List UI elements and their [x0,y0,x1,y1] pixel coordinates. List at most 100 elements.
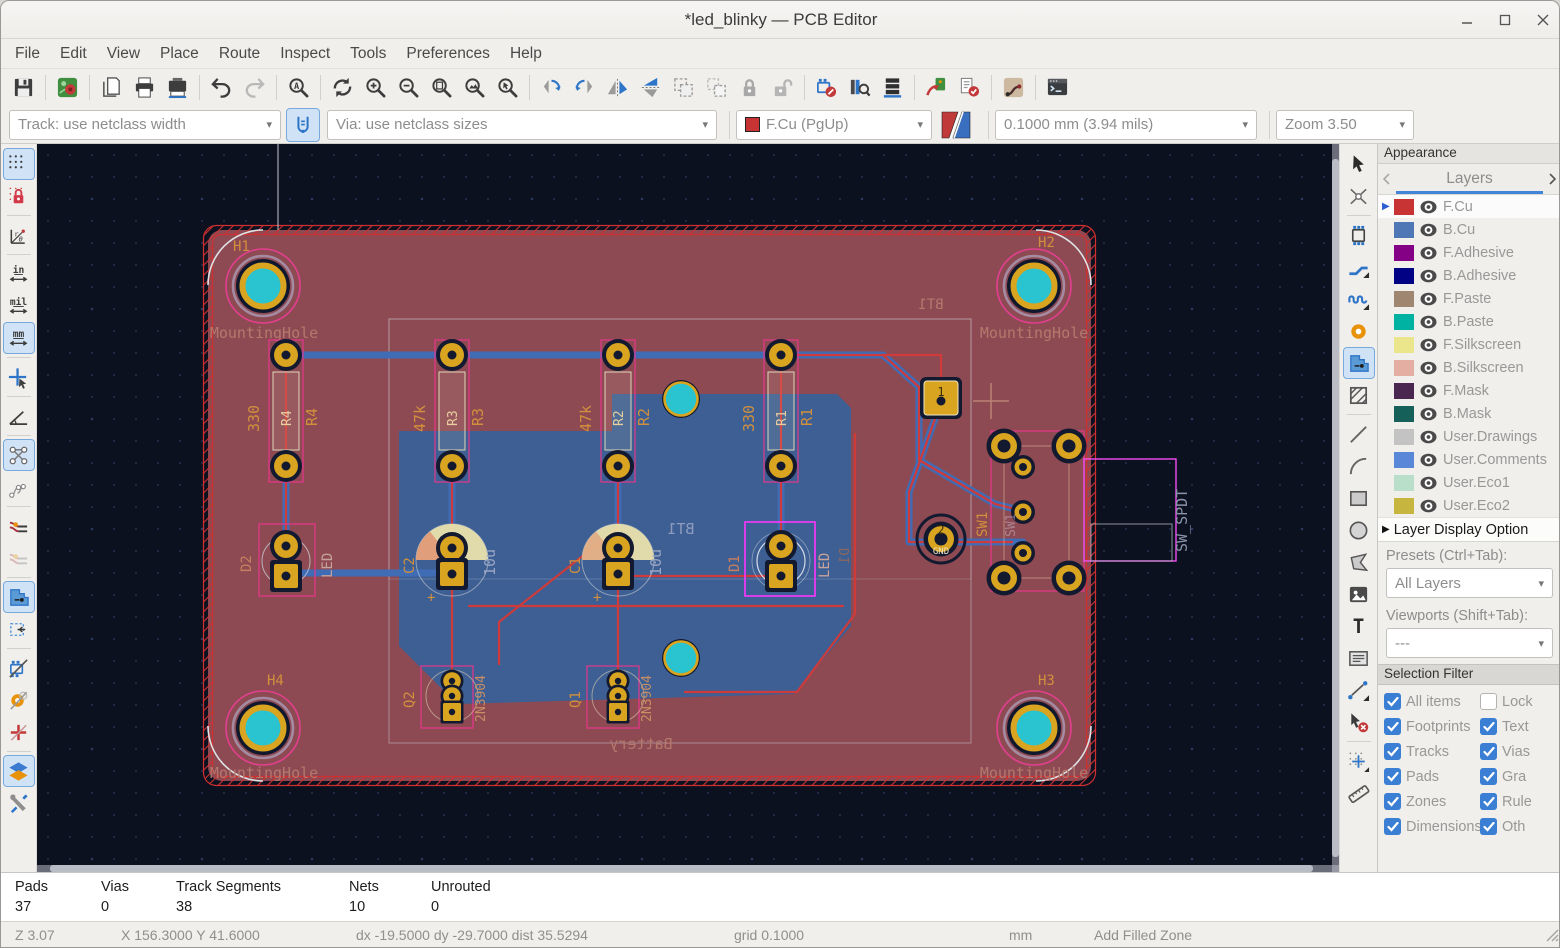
interactive-router-button[interactable] [998,73,1029,103]
polar-coordinates-button[interactable]: rθ [4,220,34,250]
draw-rectangle-button[interactable] [1344,483,1374,513]
layer-row-b-paste[interactable]: B.Paste [1378,310,1559,333]
through-hole[interactable] [660,378,702,420]
menu-place[interactable]: Place [150,42,209,66]
active-layer-select[interactable]: F.Cu (PgUp) ▾ [736,109,932,140]
add-text-button[interactable]: T [1344,611,1374,641]
layer-color-swatch[interactable] [1394,313,1414,330]
checkbox-checked-icon[interactable] [1384,793,1401,810]
board[interactable] [202,224,1118,787]
layer-color-swatch[interactable] [1394,198,1414,215]
visibility-eye-icon[interactable] [1420,223,1437,237]
update-pcb-from-schematic-button[interactable] [921,73,952,103]
design-rules-checker-button[interactable] [954,73,985,103]
tab-prev-icon[interactable] [1378,173,1394,185]
menu-help[interactable]: Help [500,42,552,66]
ungroup-button[interactable] [701,73,732,103]
layer-color-swatch[interactable] [1394,451,1414,468]
tab-next-icon[interactable] [1545,173,1559,185]
layer-color-swatch[interactable] [1394,336,1414,353]
zoom-out-button[interactable] [393,73,424,103]
filter-text[interactable]: Text [1480,714,1559,739]
zones-outline-button[interactable] [4,614,34,644]
menu-file[interactable]: File [5,42,50,66]
menu-tools[interactable]: Tools [340,42,396,66]
layer-row-f-mask[interactable]: F.Mask [1378,379,1559,402]
layer-color-swatch[interactable] [1394,497,1414,514]
titlebar[interactable]: *led_blinky — PCB Editor [1,1,1559,39]
filter-zones[interactable]: Zones [1384,789,1480,814]
layer-row-f-silkscreen[interactable]: F.Silkscreen [1378,333,1559,356]
grid-select[interactable]: 0.1000 mm (3.94 mils) ▾ [995,109,1257,140]
draw-circle-button[interactable] [1344,515,1374,545]
units-inches-button[interactable]: in [4,259,34,289]
layer-display-options[interactable]: ▶ Layer Display Option [1378,517,1559,542]
visibility-eye-icon[interactable] [1420,315,1437,329]
board-setup-button[interactable] [52,73,83,103]
zoom-fit-button[interactable] [426,73,457,103]
add-dimension-button[interactable] [1344,675,1374,705]
grid-origin-button[interactable] [1344,746,1374,776]
layer-pair-toggle[interactable] [938,109,974,141]
filter-oth[interactable]: Oth [1480,814,1559,839]
zoom-objects-button[interactable] [459,73,490,103]
canvas-vertical-scrollbar[interactable] [1332,144,1339,872]
hide-via-fill-button[interactable] [4,717,34,747]
visibility-eye-icon[interactable] [1420,384,1437,398]
unlock-button[interactable] [767,73,798,103]
group-button[interactable] [668,73,699,103]
units-mm-button[interactable]: mm [2,322,35,354]
tune-length-button[interactable] [1344,284,1374,314]
refresh-button[interactable] [327,73,358,103]
rotate-ccw-button[interactable] [536,73,567,103]
checkbox-checked-icon[interactable] [1480,768,1497,785]
presets-select[interactable]: All Layers ▾ [1386,568,1553,598]
checkbox-checked-icon[interactable] [1384,818,1401,835]
delete-tool-button[interactable] [1344,707,1374,737]
layer-color-swatch[interactable] [1394,382,1414,399]
checkbox-checked-icon[interactable] [1480,718,1497,735]
filter-pads[interactable]: Pads [1384,764,1480,789]
highlight-nets-button[interactable] [4,511,34,541]
route-tracks-button[interactable] [1344,252,1374,282]
locked-items-button[interactable] [4,181,34,211]
plot-button[interactable] [162,73,193,103]
layer-color-swatch[interactable] [1394,244,1414,261]
visibility-eye-icon[interactable] [1420,292,1437,306]
visibility-eye-icon[interactable] [1420,361,1437,375]
draw-line-button[interactable] [1344,419,1374,449]
flip-vertical-button[interactable] [635,73,666,103]
layer-row-b-adhesive[interactable]: B.Adhesive [1378,264,1559,287]
layer-row-user-eco2[interactable]: User.Eco2 [1378,494,1559,517]
filter-dimensions[interactable]: Dimensions [1384,814,1482,839]
layer-row-f-adhesive[interactable]: F.Adhesive [1378,241,1559,264]
visibility-eye-icon[interactable] [1420,499,1437,513]
checkbox-checked-icon[interactable] [1480,743,1497,760]
draw-polygon-button[interactable] [1344,547,1374,577]
dim-nets-button[interactable] [4,543,34,573]
free-angle-mode-button[interactable] [4,401,34,431]
checkbox-checked-icon[interactable] [1384,743,1401,760]
footprint-browser-button[interactable] [844,73,875,103]
filter-lock[interactable]: Lock [1480,689,1559,714]
layer-row-b-mask[interactable]: B.Mask [1378,402,1559,425]
visibility-eye-icon[interactable] [1420,476,1437,490]
tab-layers[interactable]: Layers [1394,164,1545,194]
add-filled-zone-button[interactable] [1342,347,1375,379]
layer-color-swatch[interactable] [1394,359,1414,376]
flip-horizontal-button[interactable] [602,73,633,103]
filter-footprints[interactable]: Footprints [1384,714,1480,739]
checkbox-checked-icon[interactable] [1480,818,1497,835]
measure-button[interactable] [1344,778,1374,808]
rotate-cw-button[interactable] [569,73,600,103]
layer-row-b-silkscreen[interactable]: B.Silkscreen [1378,356,1559,379]
checkbox-checked-icon[interactable] [1384,693,1401,710]
menu-edit[interactable]: Edit [50,42,97,66]
filter-rule[interactable]: Rule [1480,789,1559,814]
checkbox-checked-icon[interactable] [1480,793,1497,810]
menu-view[interactable]: View [97,42,150,66]
print-button[interactable] [129,73,160,103]
zoom-select[interactable]: Zoom 3.50 ▾ [1276,109,1414,140]
checkbox-checked-icon[interactable] [1384,718,1401,735]
zoom-in-button[interactable] [360,73,391,103]
